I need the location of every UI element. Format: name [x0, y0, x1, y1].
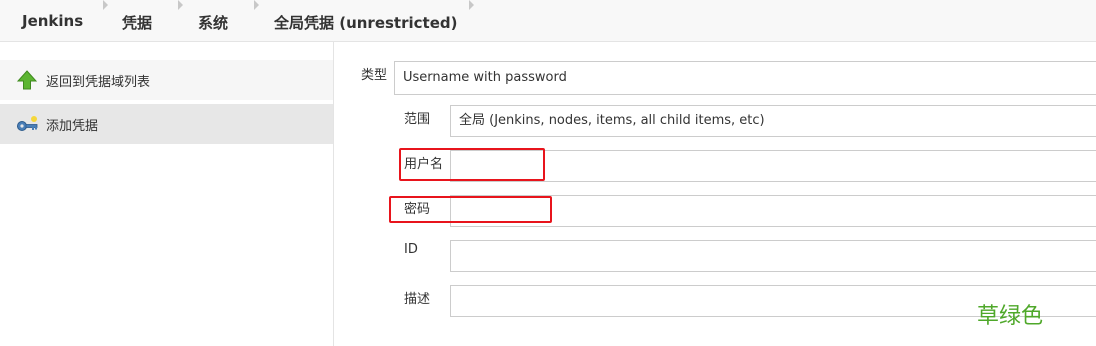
up-arrow-icon [16, 69, 38, 91]
username-input[interactable] [450, 150, 1096, 182]
sidebar: 返回到凭据域列表 添加凭据 [0, 42, 334, 346]
id-label: ID [404, 242, 418, 257]
kind-select[interactable]: Username with password [394, 61, 1096, 95]
breadcrumb-separator [103, 0, 108, 10]
sidebar-item-label: 添加凭据 [46, 118, 99, 134]
breadcrumb-jenkins[interactable]: Jenkins [22, 12, 83, 30]
scope-select[interactable]: 全局 (Jenkins, nodes, items, all child ite… [450, 105, 1096, 137]
annotation-text: 草绿色 [977, 304, 1044, 329]
id-input[interactable] [450, 240, 1096, 272]
sidebar-item-back-to-domains[interactable]: 返回到凭据域列表 [0, 60, 333, 100]
kind-label: 类型 [361, 68, 388, 83]
breadcrumb-separator [254, 0, 259, 10]
password-highlight-box [389, 196, 552, 223]
breadcrumb-system[interactable]: 系统 [198, 12, 228, 33]
scope-label: 范围 [404, 112, 431, 127]
breadcrumb-separator [469, 0, 474, 10]
breadcrumb-separator [178, 0, 183, 10]
breadcrumb-credentials[interactable]: 凭据 [122, 12, 152, 33]
sidebar-item-add-credentials[interactable]: 添加凭据 [0, 104, 333, 144]
key-icon [16, 113, 38, 135]
description-label: 描述 [404, 292, 431, 307]
breadcrumb-bar: Jenkins 凭据 系统 全局凭据 (unrestricted) [0, 0, 1096, 42]
sidebar-item-label: 返回到凭据域列表 [46, 74, 151, 90]
username-highlight-box [399, 148, 545, 181]
breadcrumb-global-credentials[interactable]: 全局凭据 (unrestricted) [274, 12, 457, 33]
